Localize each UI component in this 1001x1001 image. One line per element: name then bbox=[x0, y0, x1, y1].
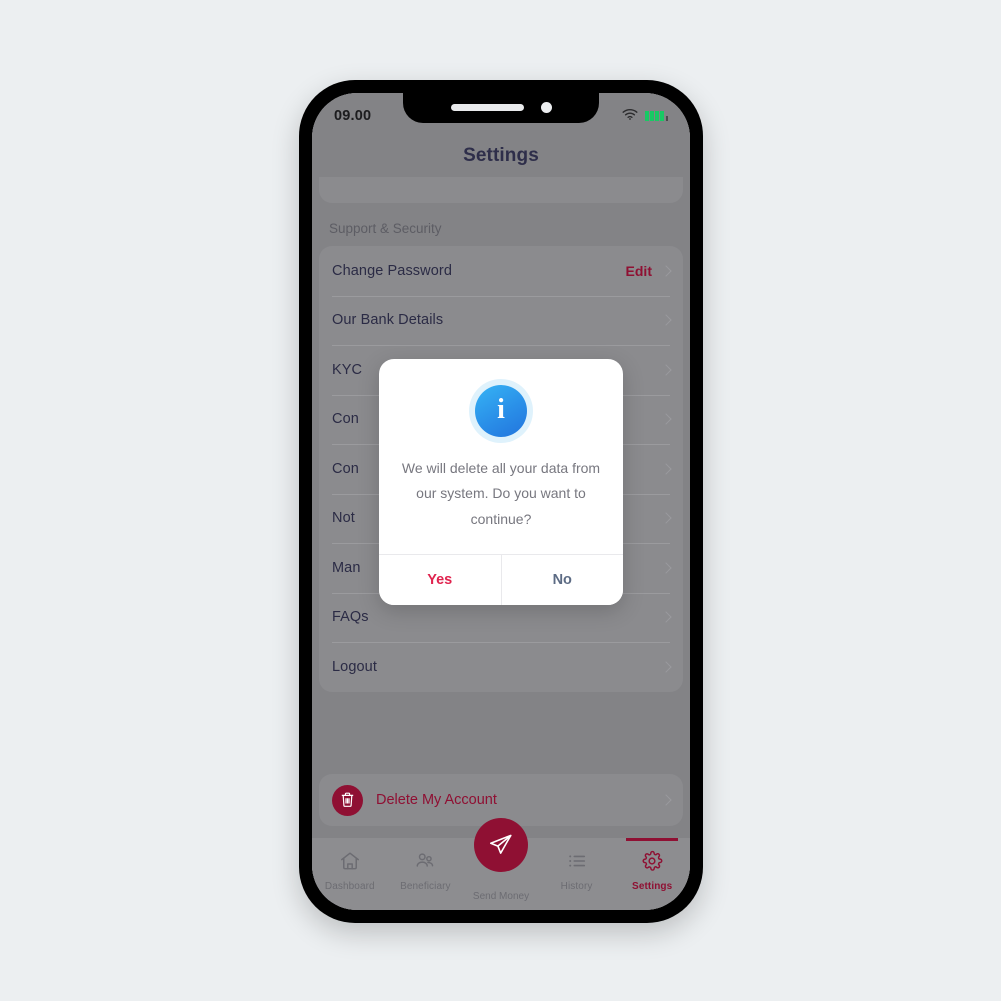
chevron-right-icon bbox=[660, 413, 672, 425]
battery-icon bbox=[645, 111, 668, 121]
wifi-icon bbox=[622, 107, 638, 125]
nav-item-dashboard[interactable]: Dashboard bbox=[312, 850, 388, 892]
status-time: 09.00 bbox=[334, 108, 372, 124]
list-icon bbox=[566, 850, 588, 877]
confirm-delete-modal: i We will delete all your data from our … bbox=[379, 359, 623, 606]
edit-link[interactable]: Edit bbox=[626, 263, 652, 279]
app-viewport: Settings Support & Security Change Passw… bbox=[312, 93, 690, 910]
row-label: Our Bank Details bbox=[332, 312, 444, 329]
camera-icon bbox=[541, 102, 552, 113]
chevron-right-icon bbox=[660, 794, 672, 806]
row-label: Logout bbox=[332, 658, 377, 675]
notch bbox=[403, 93, 599, 123]
chevron-right-icon bbox=[660, 265, 672, 277]
trash-icon bbox=[332, 784, 363, 816]
speaker-icon bbox=[451, 104, 524, 111]
send-plane-icon bbox=[490, 834, 512, 854]
info-icon-circle: i bbox=[475, 385, 527, 437]
home-icon bbox=[339, 850, 361, 877]
row-label: FAQs bbox=[332, 609, 369, 626]
phone-frame: Settings Support & Security Change Passw… bbox=[299, 80, 703, 923]
previous-section-card-partial bbox=[319, 177, 683, 203]
phone-screen: Settings Support & Security Change Passw… bbox=[312, 93, 690, 910]
nav-item-beneficiary[interactable]: Beneficiary bbox=[388, 850, 464, 892]
info-icon: i bbox=[469, 379, 533, 443]
chevron-right-icon bbox=[660, 611, 672, 623]
confirm-yes-button[interactable]: Yes bbox=[379, 555, 502, 606]
chevron-right-icon bbox=[660, 562, 672, 574]
chevron-right-icon bbox=[660, 314, 672, 326]
settings-row-change-password[interactable]: Change Password Edit bbox=[319, 246, 683, 296]
send-money-label: Send Money bbox=[472, 891, 530, 902]
send-money-button[interactable] bbox=[474, 818, 528, 872]
modal-actions: Yes No bbox=[379, 554, 623, 606]
row-label: Change Password bbox=[332, 262, 452, 279]
settings-row-our-bank-details[interactable]: Our Bank Details bbox=[319, 295, 683, 346]
chevron-right-icon bbox=[660, 512, 672, 524]
nav-label: Beneficiary bbox=[400, 881, 451, 892]
settings-row-logout[interactable]: Logout bbox=[319, 642, 683, 692]
chevron-right-icon bbox=[660, 463, 672, 475]
page-title: Settings bbox=[463, 145, 539, 166]
modal-message: We will delete all your data from our sy… bbox=[401, 460, 601, 527]
nav-label: Settings bbox=[632, 881, 673, 892]
delete-account-label: Delete My Account bbox=[376, 792, 497, 808]
nav-label: Dashboard bbox=[324, 881, 375, 892]
nav-label: History bbox=[560, 881, 593, 892]
status-indicators bbox=[622, 107, 668, 125]
nav-item-history[interactable]: History bbox=[539, 850, 615, 892]
people-icon bbox=[414, 850, 436, 877]
section-title-support-security: Support & Security bbox=[329, 221, 442, 236]
cancel-no-button[interactable]: No bbox=[501, 555, 623, 606]
chevron-right-icon bbox=[660, 661, 672, 673]
nav-item-settings[interactable]: Settings bbox=[614, 838, 690, 892]
modal-body: i We will delete all your data from our … bbox=[379, 359, 623, 554]
chevron-right-icon bbox=[660, 364, 672, 376]
gear-icon bbox=[641, 850, 663, 877]
